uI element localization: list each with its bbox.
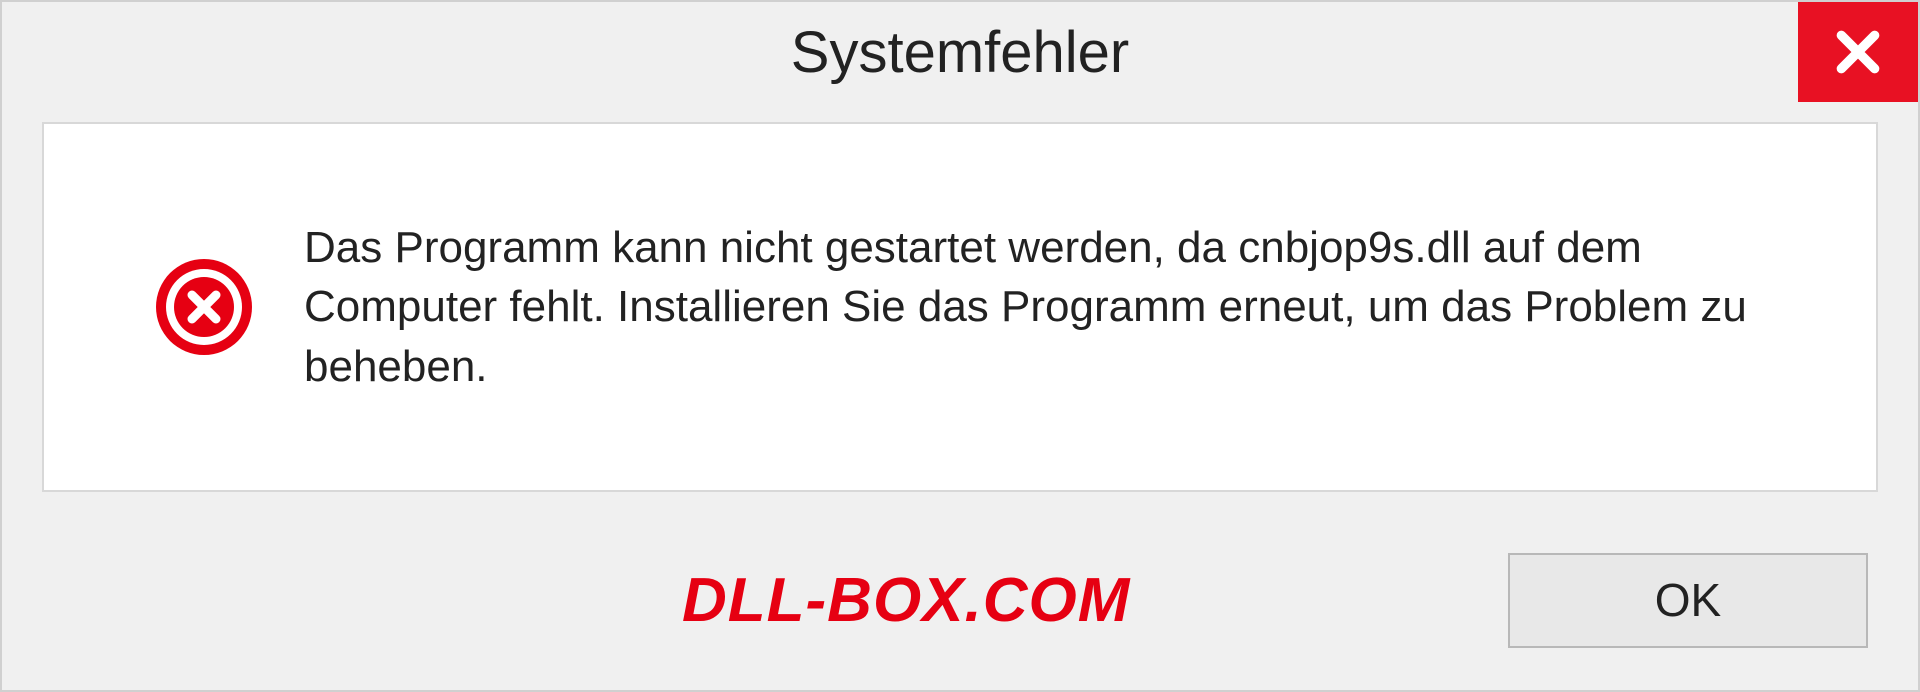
error-dialog: Systemfehler Das Programm kann nicht ges…	[0, 0, 1920, 692]
watermark-text: DLL-BOX.COM	[682, 565, 1130, 636]
content-panel: Das Programm kann nicht gestartet werden…	[42, 122, 1878, 492]
dialog-title: Systemfehler	[791, 19, 1129, 86]
titlebar: Systemfehler	[2, 2, 1918, 102]
error-icon	[154, 257, 254, 357]
error-message: Das Programm kann nicht gestartet werden…	[304, 218, 1796, 396]
close-icon	[1833, 27, 1883, 77]
close-button[interactable]	[1798, 2, 1918, 102]
footer: DLL-BOX.COM OK	[2, 540, 1918, 660]
ok-button[interactable]: OK	[1508, 553, 1868, 648]
